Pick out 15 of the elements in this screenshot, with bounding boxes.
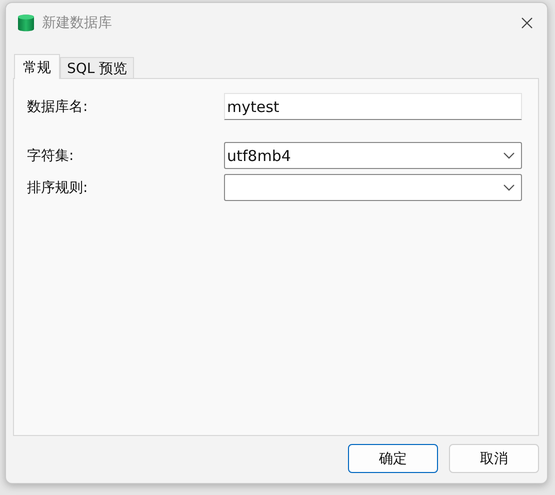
close-icon[interactable] <box>521 17 533 29</box>
tab[interactable]: SQL 预览 <box>60 57 134 78</box>
dropdown[interactable] <box>224 174 522 201</box>
chevron-down-icon <box>503 152 515 159</box>
dialog-button[interactable]: 确定 <box>348 444 438 473</box>
database-icon <box>16 13 36 33</box>
field-label: 数据库名: <box>27 98 88 116</box>
dropdown[interactable]: utf8mb4 <box>224 142 522 169</box>
name-field[interactable]: mytest <box>224 93 522 120</box>
field-label: 字符集: <box>27 146 74 164</box>
chevron-down-icon <box>503 184 515 191</box>
field-label: 排序规则: <box>27 178 88 196</box>
tab[interactable]: 常规 <box>14 54 60 79</box>
window-title: 新建数据库 <box>42 14 112 32</box>
dialog-button[interactable]: 取消 <box>449 444 539 473</box>
